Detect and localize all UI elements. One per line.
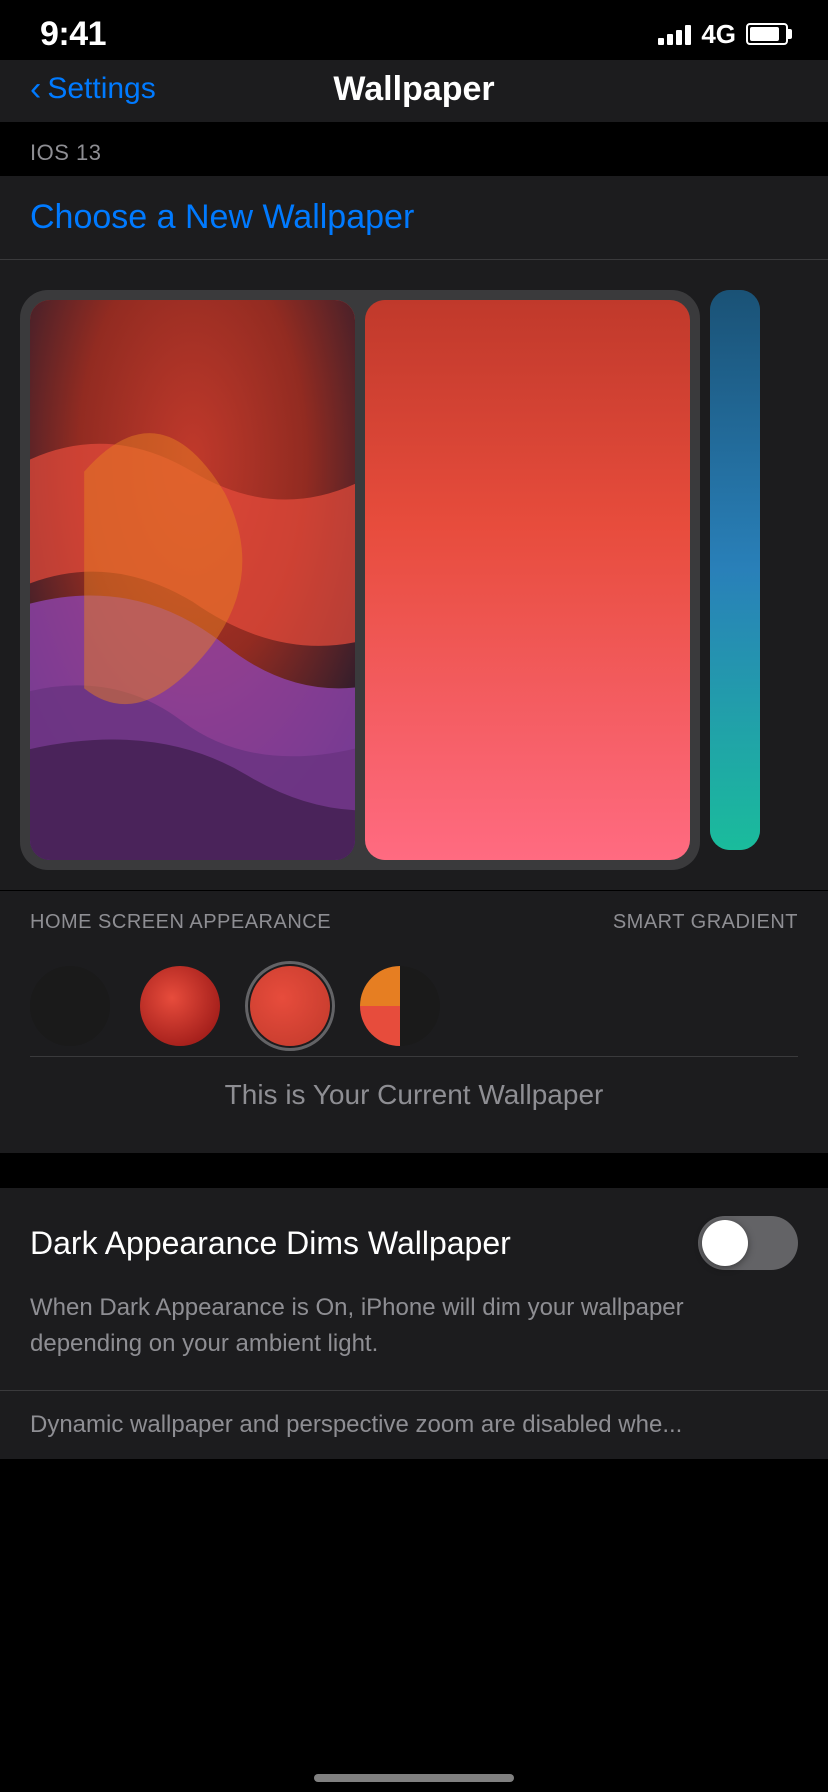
section-separator bbox=[0, 1153, 828, 1188]
toggle-knob bbox=[702, 1220, 748, 1266]
back-label: Settings bbox=[47, 72, 155, 106]
status-bar: 9:41 4G bbox=[0, 0, 828, 60]
toggle-section: Dark Appearance Dims Wallpaper When Dark… bbox=[0, 1188, 828, 1390]
dark-appearance-description: When Dark Appearance is On, iPhone will … bbox=[30, 1290, 798, 1362]
section-label: IOS 13 bbox=[0, 122, 828, 176]
smart-gradient-label: SMART GRADIENT bbox=[613, 911, 798, 934]
appearance-section: HOME SCREEN APPEARANCE SMART GRADIENT Th… bbox=[0, 891, 828, 1153]
status-icons: 4G bbox=[658, 19, 788, 50]
signal-bars-icon bbox=[658, 23, 691, 45]
choose-wallpaper-link[interactable]: Choose a New Wallpaper bbox=[30, 198, 414, 236]
battery-icon bbox=[746, 23, 788, 45]
chevron-left-icon: ‹ bbox=[30, 72, 41, 106]
wallpaper-pair-container[interactable] bbox=[20, 290, 700, 870]
network-type: 4G bbox=[701, 19, 736, 50]
nav-bar: ‹ Settings Wallpaper bbox=[0, 60, 828, 122]
bottom-partial-text: Dynamic wallpaper and perspective zoom a… bbox=[0, 1390, 828, 1459]
color-options bbox=[30, 956, 798, 1056]
color-option-selected-red[interactable] bbox=[250, 966, 330, 1046]
wallpaper-preview-area bbox=[0, 260, 828, 890]
lock-screen-thumbnail[interactable] bbox=[30, 300, 355, 860]
home-screen-appearance-label: HOME SCREEN APPEARANCE bbox=[30, 911, 331, 934]
color-option-black[interactable] bbox=[30, 966, 110, 1046]
dark-appearance-row: Dark Appearance Dims Wallpaper bbox=[30, 1216, 798, 1270]
home-screen-thumbnail[interactable] bbox=[365, 300, 690, 860]
home-indicator bbox=[314, 1774, 514, 1782]
battery-fill bbox=[750, 27, 779, 41]
current-wallpaper-text: This is Your Current Wallpaper bbox=[30, 1056, 798, 1133]
page-title: Wallpaper bbox=[333, 70, 494, 109]
dark-appearance-toggle[interactable] bbox=[698, 1216, 798, 1270]
color-option-split[interactable] bbox=[360, 966, 440, 1046]
choose-wallpaper-row[interactable]: Choose a New Wallpaper bbox=[0, 176, 828, 260]
dark-appearance-label: Dark Appearance Dims Wallpaper bbox=[30, 1225, 511, 1262]
color-option-red[interactable] bbox=[140, 966, 220, 1046]
status-time: 9:41 bbox=[40, 15, 106, 54]
appearance-headers: HOME SCREEN APPEARANCE SMART GRADIENT bbox=[30, 911, 798, 934]
third-wallpaper-thumbnail[interactable] bbox=[710, 290, 760, 850]
wallpaper-thumbnails bbox=[20, 290, 808, 870]
back-button[interactable]: ‹ Settings bbox=[30, 72, 156, 106]
